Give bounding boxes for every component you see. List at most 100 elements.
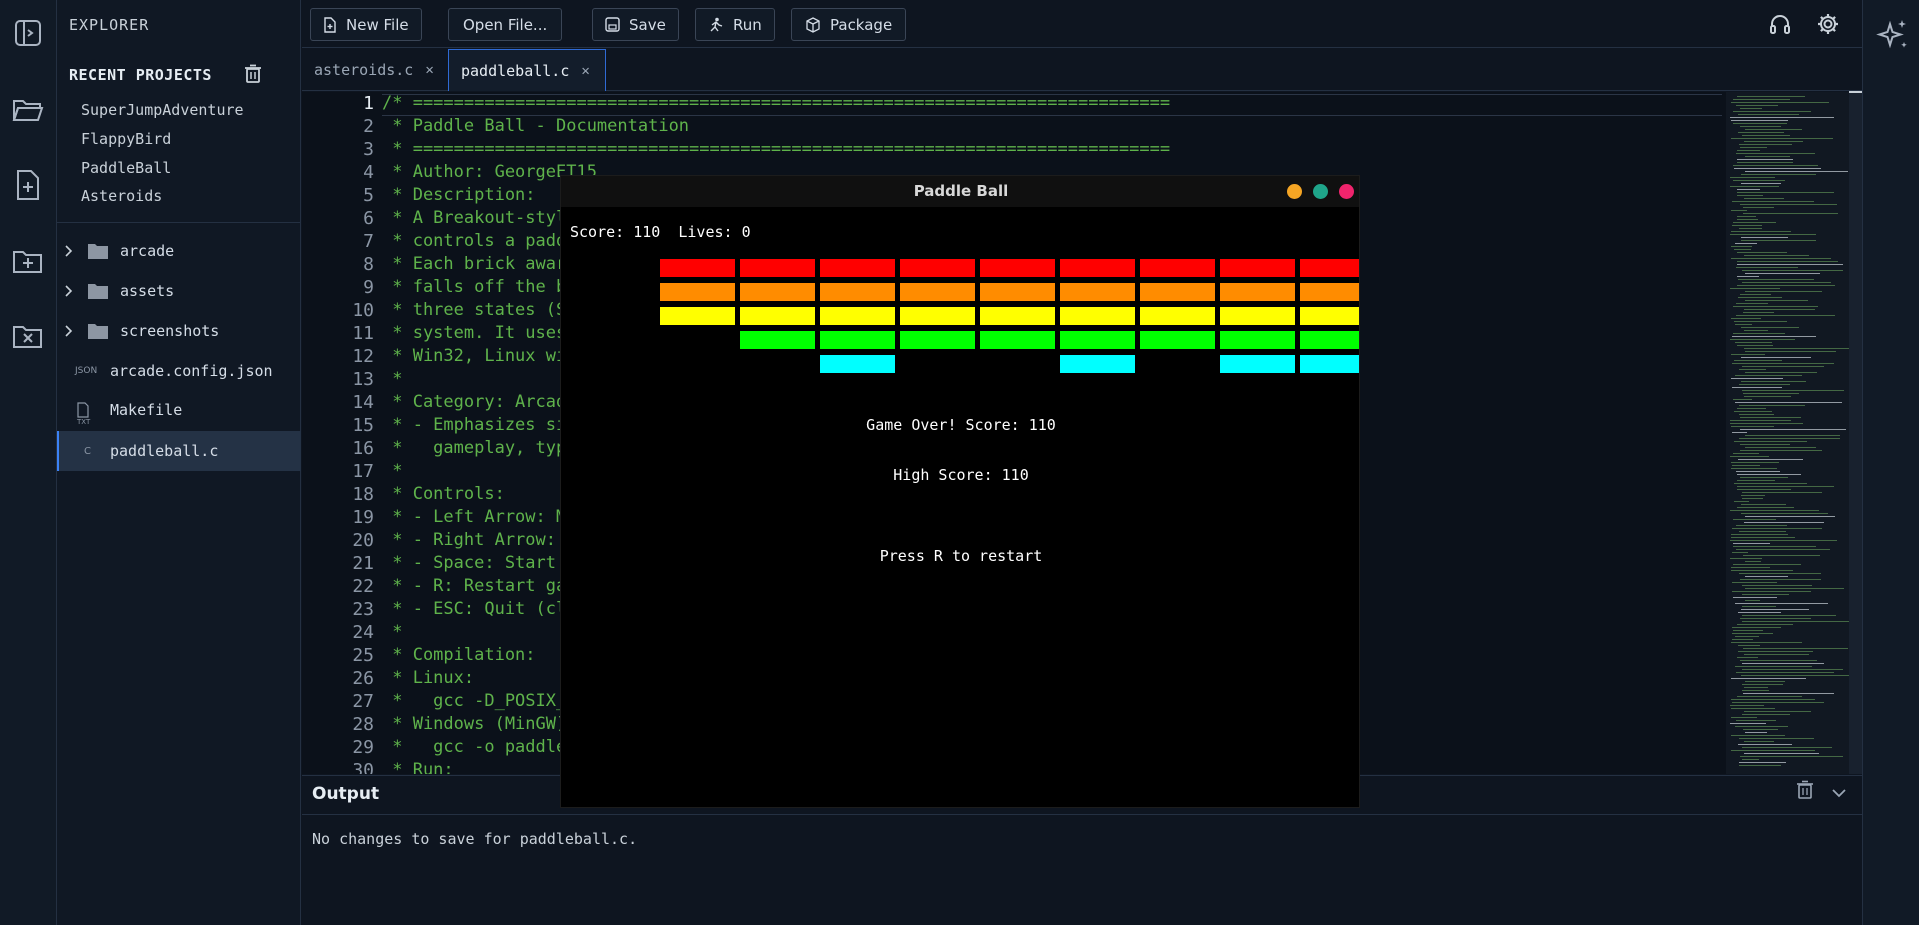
minimap-line [1730, 510, 1819, 511]
recent-project-item[interactable]: SuperJumpAdventure [81, 101, 244, 119]
new-file-icon[interactable] [9, 166, 47, 204]
tree-file-paddleball[interactable]: C paddleball.c [57, 431, 301, 471]
minimap-line [1743, 213, 1838, 214]
gear-icon[interactable] [1816, 12, 1840, 36]
line-number: 22 [352, 576, 374, 597]
code-line: * falls off the b [382, 277, 567, 297]
minimize-button[interactable] [1287, 184, 1302, 199]
open-file-button[interactable]: Open File... [448, 8, 563, 41]
game-window[interactable]: Paddle Ball Score: 110 Lives: 0 Game Ove… [560, 175, 1360, 808]
tab-asteroids[interactable]: asteroids.c ✕ [302, 49, 446, 91]
tree-folder-screenshots[interactable]: screenshots [57, 311, 301, 351]
minimap-line [1745, 576, 1788, 577]
minimap-line [1730, 234, 1816, 235]
minimap-line [1731, 102, 1829, 103]
recent-project-item[interactable]: FlappyBird [81, 130, 171, 148]
minimap-line [1743, 693, 1834, 694]
minimap-line [1737, 489, 1791, 490]
package-button[interactable]: Package [791, 8, 907, 41]
minimap-line [1736, 549, 1830, 550]
maximize-button[interactable] [1313, 184, 1328, 199]
minimap-line [1730, 288, 1780, 289]
tree-folder-assets[interactable]: assets [57, 271, 301, 311]
minimap-line [1730, 558, 1762, 559]
clear-recent-trash-icon[interactable] [244, 64, 264, 84]
minimap-line [1735, 243, 1757, 244]
minimap-line [1731, 708, 1775, 709]
tree-folder-arcade[interactable]: arcade [57, 231, 301, 271]
tree-file-makefile[interactable]: TXT Makefile [57, 390, 301, 430]
new-folder-icon[interactable] [9, 243, 47, 281]
recent-projects-heading: RECENT PROJECTS [69, 66, 212, 84]
run-button[interactable]: Run [695, 8, 775, 41]
minimap-line [1736, 105, 1778, 106]
game-titlebar[interactable]: Paddle Ball [561, 176, 1359, 207]
clear-output-trash-icon[interactable] [1796, 780, 1820, 804]
assistant-strip [1862, 0, 1919, 925]
minimap-line [1740, 429, 1846, 430]
recent-project-item[interactable]: PaddleBall [81, 159, 171, 177]
minimap-line [1737, 474, 1801, 475]
code-line: * - R: Restart ga [382, 576, 567, 596]
tab-paddleball[interactable]: paddleball.c ✕ [448, 49, 606, 91]
sparkle-icon[interactable] [1876, 18, 1910, 52]
minimap-line [1733, 333, 1785, 334]
editor-scrollbar[interactable] [1849, 92, 1862, 774]
folder-icon [88, 284, 108, 299]
minimap-line [1736, 720, 1776, 721]
minimap-line [1742, 585, 1812, 586]
remove-folder-icon[interactable] [9, 318, 47, 356]
minimap-line [1744, 741, 1774, 742]
minimap-line [1731, 717, 1757, 718]
new-file-button[interactable]: New File [310, 8, 422, 41]
minimap-line [1738, 651, 1813, 652]
minimap-line [1731, 534, 1788, 535]
chevron-down-icon[interactable] [1830, 784, 1848, 802]
minimap-line [1745, 273, 1820, 274]
minimap-line [1737, 285, 1835, 286]
minimap-line [1735, 726, 1788, 727]
recent-project-item[interactable]: Asteroids [81, 187, 162, 205]
line-number: 19 [352, 507, 374, 528]
minimap-line [1736, 672, 1834, 673]
brick [900, 307, 975, 325]
line-number: 23 [352, 599, 374, 620]
minimap[interactable] [1726, 92, 1862, 774]
minimap-line [1745, 300, 1808, 301]
minimap-line [1741, 240, 1816, 241]
line-number: 28 [352, 714, 374, 735]
minimap-line [1739, 573, 1821, 574]
line-number: 11 [352, 323, 374, 344]
game-over-text: Game Over! Score: 110 [866, 416, 1056, 434]
run-label: Run [733, 15, 762, 34]
output-divider [302, 814, 1862, 815]
minimap-line [1733, 453, 1759, 454]
minimap-line [1741, 357, 1811, 358]
close-button[interactable] [1339, 184, 1354, 199]
txt-badge: TXT [77, 418, 91, 426]
open-folder-icon[interactable] [9, 91, 47, 129]
minimap-line [1742, 621, 1851, 622]
minimap-line [1736, 153, 1815, 154]
line-number: 15 [352, 415, 374, 436]
minimap-line [1730, 456, 1769, 457]
tree-item-label: arcade.config.json [110, 362, 273, 380]
close-icon[interactable]: ✕ [581, 63, 589, 79]
brick [740, 283, 815, 301]
minimap-line [1739, 228, 1762, 229]
save-button[interactable]: Save [592, 8, 679, 41]
toggle-sidebar-icon[interactable] [9, 14, 47, 52]
brick [820, 307, 895, 325]
brick [660, 283, 735, 301]
minimap-line [1740, 126, 1781, 127]
minimap-line [1734, 501, 1749, 502]
code-line: * - Left Arrow: M [382, 507, 567, 527]
scrollbar-thumb[interactable] [1849, 91, 1862, 93]
minimap-line [1732, 363, 1834, 364]
minimap-line [1732, 465, 1760, 466]
output-title: Output [312, 784, 380, 804]
minimap-line [1742, 684, 1783, 685]
close-icon[interactable]: ✕ [425, 62, 433, 78]
headphones-icon[interactable] [1768, 12, 1792, 36]
tree-file-arcade-config[interactable]: JSON arcade.config.json [57, 351, 301, 391]
